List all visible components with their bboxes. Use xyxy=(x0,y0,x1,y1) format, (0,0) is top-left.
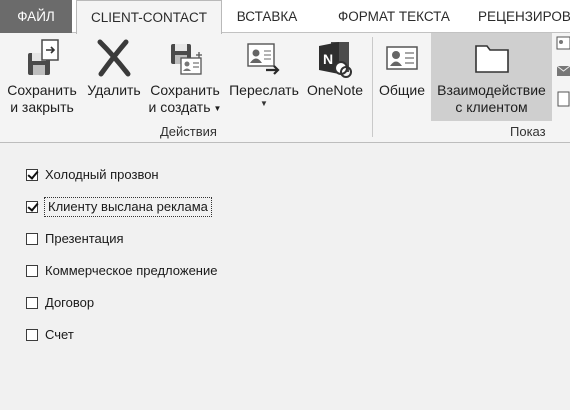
tab-review[interactable]: РЕЦЕНЗИРОВ xyxy=(470,0,570,33)
small-card-icon[interactable] xyxy=(556,35,570,51)
checkbox-ad-sent[interactable]: Клиенту выслана реклама xyxy=(26,197,212,217)
checkbox-contract[interactable]: Договор xyxy=(26,294,94,312)
delete-label: Удалить xyxy=(87,82,141,98)
checkbox-box[interactable] xyxy=(26,233,38,245)
onenote-button[interactable]: N OneNote xyxy=(302,36,368,122)
forward-contact-icon xyxy=(247,43,280,75)
delete-button[interactable]: Удалить xyxy=(84,36,144,122)
checkbox-cold-call[interactable]: Холодный прозвон xyxy=(26,166,159,184)
general-view-button[interactable]: Общие xyxy=(376,36,428,122)
checkbox-label: Счет xyxy=(45,327,74,342)
save-new-label-1: Сохранить xyxy=(150,82,220,98)
show-group-label: Показ xyxy=(510,124,546,139)
save-close-label-1: Сохранить xyxy=(7,82,77,98)
checkbox-label: Презентация xyxy=(45,231,124,246)
save-new-icon xyxy=(171,44,202,75)
general-label: Общие xyxy=(378,82,426,98)
delete-x-icon xyxy=(97,39,131,77)
tab-insert[interactable]: ВСТАВКА xyxy=(222,0,312,33)
folder-icon xyxy=(474,45,509,73)
onenote-label: OneNote xyxy=(306,82,364,98)
save-new-label-2: и создать ▼ xyxy=(148,99,222,115)
checkbox-box[interactable] xyxy=(26,329,38,341)
save-close-icon xyxy=(28,39,59,75)
onenote-icon: N xyxy=(319,42,352,78)
save-close-label-2: и закрыть xyxy=(10,99,74,115)
interaction-label-1: Взаимодействие xyxy=(437,82,546,98)
tab-file[interactable]: ФАЙЛ xyxy=(0,0,72,33)
actions-group-label: Действия xyxy=(160,124,217,139)
save-and-new-button[interactable]: Сохранить и создать ▼ xyxy=(146,36,224,122)
svg-text:N: N xyxy=(323,51,333,67)
group-separator xyxy=(372,37,373,137)
checkbox-box[interactable] xyxy=(26,265,38,277)
tab-client-contact[interactable]: CLIENT-CONTACT xyxy=(76,0,222,34)
checkbox-presentation[interactable]: Презентация xyxy=(26,230,124,248)
interaction-label-2: с клиентом xyxy=(455,99,528,115)
forward-label: Переслать xyxy=(229,82,299,98)
client-interaction-button[interactable]: Взаимодействие с клиентом xyxy=(431,33,552,121)
small-doc-icon[interactable] xyxy=(556,91,570,107)
ribbon: Сохранить и закрыть Удалить Сохранить и … xyxy=(0,33,570,143)
tab-format-text[interactable]: ФОРМАТ ТЕКСТА xyxy=(318,0,470,33)
checkbox-box[interactable] xyxy=(26,297,38,309)
checkbox-commercial-offer[interactable]: Коммерческое предложение xyxy=(26,262,217,280)
checkbox-box[interactable] xyxy=(26,169,38,181)
forward-button[interactable]: Переслать ▼ xyxy=(226,36,302,122)
checkbox-label: Договор xyxy=(45,295,95,310)
checkbox-box[interactable] xyxy=(26,201,38,213)
chevron-down-icon: ▼ xyxy=(213,103,222,113)
form-content: Холодный прозвон Клиенту выслана реклама… xyxy=(0,144,570,410)
ribbon-tab-strip: ФАЙЛ CLIENT-CONTACT ВСТАВКА ФОРМАТ ТЕКСТ… xyxy=(0,0,570,34)
checkbox-label: Клиенту выслана реклама xyxy=(44,197,212,217)
checkbox-label: Коммерческое предложение xyxy=(45,263,218,278)
checkbox-label: Холодный прозвон xyxy=(45,167,159,182)
checkbox-invoice[interactable]: Счет xyxy=(26,326,74,344)
contact-card-icon xyxy=(386,46,418,70)
small-mail-icon[interactable] xyxy=(556,63,570,79)
save-and-close-button[interactable]: Сохранить и закрыть xyxy=(2,36,82,122)
chevron-down-icon: ▼ xyxy=(260,99,268,108)
